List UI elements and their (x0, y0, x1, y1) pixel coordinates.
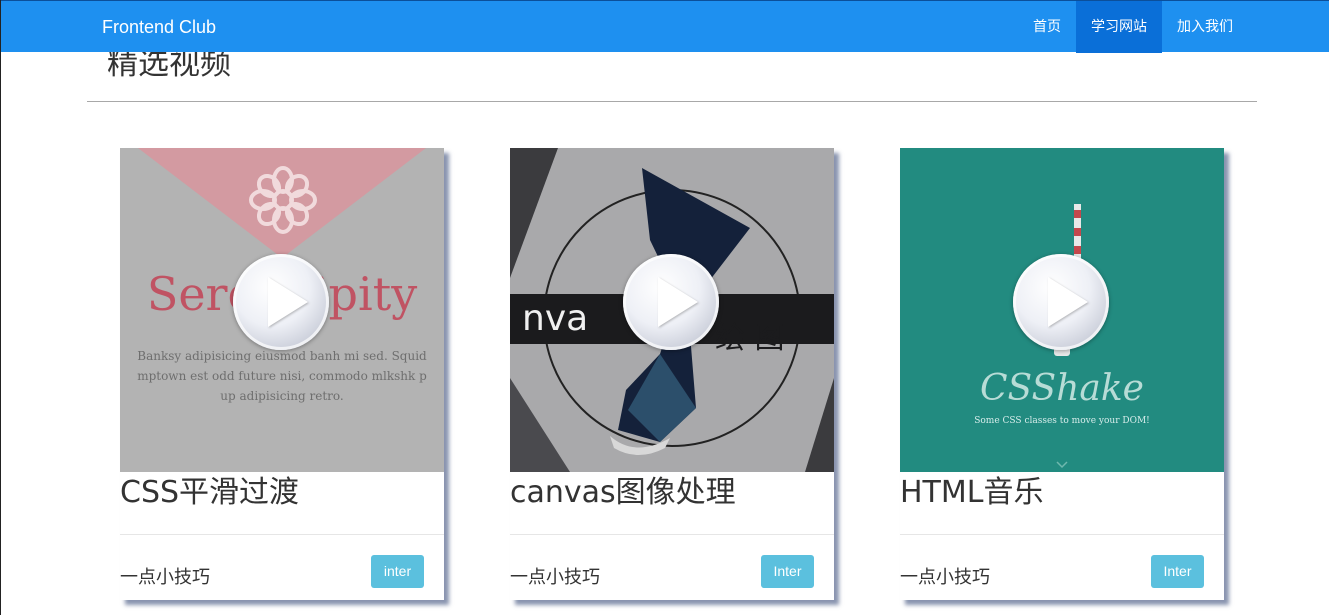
nav-link-home[interactable]: 首页 (1018, 1, 1076, 53)
video-card-canvas-image: nva 绘 图 canvas图像处理 一点小技巧 Inter (510, 148, 834, 600)
card-subtitle: 一点小技巧 (900, 567, 990, 588)
play-icon[interactable] (233, 254, 329, 350)
play-icon[interactable] (623, 254, 719, 350)
card-title: canvas图像处理 (510, 475, 736, 510)
card-divider (120, 534, 444, 535)
svg-text:Banksy adipisicing eiusmod ban: Banksy adipisicing eiusmod banh mi sed. … (137, 349, 427, 363)
inter-button[interactable]: Inter (761, 555, 814, 588)
video-thumbnail[interactable]: CSShake Some CSS classes to move your DO… (900, 148, 1224, 472)
nav-link-join-us[interactable]: 加入我们 (1162, 1, 1248, 53)
video-thumbnail[interactable]: nva 绘 图 (510, 148, 834, 472)
card-subtitle: 一点小技巧 (120, 567, 210, 588)
svg-text:Some CSS classes to move your: Some CSS classes to move your DOM! (974, 416, 1150, 426)
svg-text:mptown est odd future nisi, co: mptown est odd future nisi, commodo mlks… (137, 369, 427, 383)
play-icon[interactable] (1013, 254, 1109, 350)
video-card-html-music: CSShake Some CSS classes to move your DO… (900, 148, 1224, 600)
video-card-css-transition: Serendipity Banksy adipisicing eiusmod b… (120, 148, 444, 600)
inter-button[interactable]: inter (371, 555, 424, 588)
card-divider (900, 534, 1224, 535)
svg-text:绘 图: 绘 图 (715, 321, 785, 356)
card-divider (510, 534, 834, 535)
brand-logo-link[interactable]: Frontend Club (102, 1, 216, 53)
svg-text:up adipisicing retro.: up adipisicing retro. (220, 389, 343, 403)
svg-text:CSShake: CSShake (980, 368, 1144, 409)
inter-button[interactable]: Inter (1151, 555, 1204, 588)
top-navbar: Frontend Club 首页 学习网站 加入我们 (1, 0, 1329, 53)
nav-link-learning-sites[interactable]: 学习网站 (1076, 1, 1162, 53)
section-divider (87, 101, 1257, 102)
card-title: HTML音乐 (900, 475, 1044, 510)
video-thumbnail[interactable]: Serendipity Banksy adipisicing eiusmod b… (120, 148, 444, 472)
card-subtitle: 一点小技巧 (510, 567, 600, 588)
nav-links: 首页 学习网站 加入我们 (1018, 1, 1248, 53)
card-title: CSS平滑过渡 (120, 475, 300, 510)
svg-text:nva: nva (522, 298, 588, 339)
